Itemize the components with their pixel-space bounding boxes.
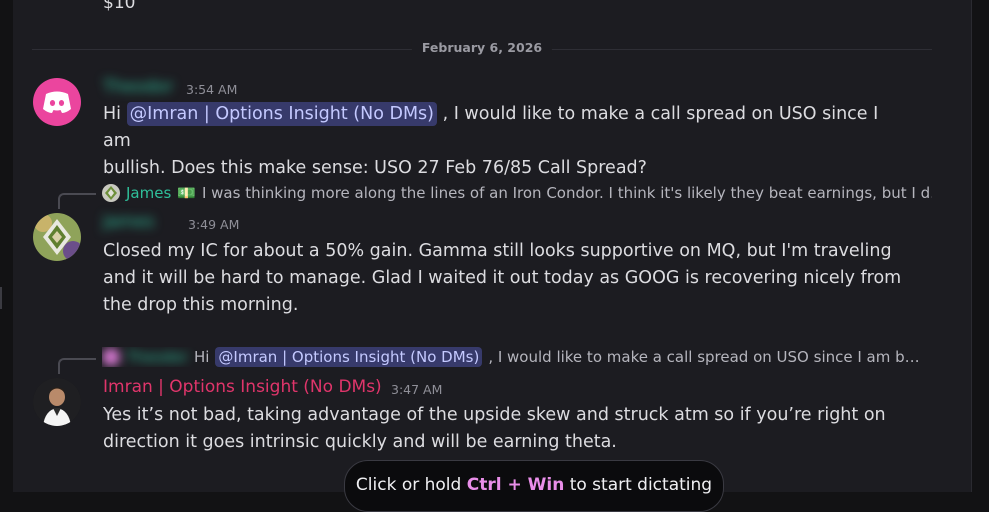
reply-preview[interactable]: Theodor Hi @Imran | Options Insight (No … [102, 347, 932, 367]
user-mention[interactable]: @Imran | Options Insight (No DMs) [126, 102, 437, 126]
user-avatar[interactable] [33, 378, 81, 426]
message-text: Closed my IC for about a 50% gain. Gamma… [103, 241, 902, 315]
reply-text: , I would like to make a call spread on … [488, 348, 920, 366]
message-timestamp: 3:47 AM [391, 382, 443, 397]
date-divider-label: February 6, 2026 [411, 40, 553, 55]
message-text: Yes it’s not bad, taking advantage of th… [103, 405, 886, 452]
dictation-prefix: Click or hold [355, 475, 462, 495]
reply-avatar [102, 348, 120, 366]
reply-connector [58, 358, 96, 374]
author-name[interactable]: James [103, 212, 154, 232]
reply-greeting: Hi [193, 348, 210, 366]
reply-text: I was thinking more along the lines of a… [201, 184, 932, 202]
reply-avatar [102, 184, 120, 202]
money-emoji-icon: 💵 [177, 184, 196, 202]
previous-message-text: $10 [103, 0, 136, 13]
message-greeting: Hi [103, 104, 122, 124]
reply-preview[interactable]: James 💵 I was thinking more along the li… [102, 184, 932, 202]
reply-author[interactable]: James [126, 184, 171, 202]
message-timestamp: 3:54 AM [186, 82, 238, 97]
dictation-suffix: to start dictating [569, 475, 713, 495]
dictation-shortcut: Ctrl + Win [466, 475, 565, 495]
message-text: Hi @Imran | Options Insight (No DMs) , I… [103, 102, 879, 178]
date-divider: February 6, 2026 [32, 40, 932, 55]
author-name[interactable]: Imran | Options Insight (No DMs) [103, 377, 382, 397]
scroll-edge-marker [0, 287, 2, 309]
dictation-hint[interactable]: Click or hold Ctrl + Win to start dictat… [344, 460, 724, 512]
user-avatar[interactable] [33, 213, 81, 261]
reply-author[interactable]: Theodor [126, 348, 188, 366]
message-timestamp: 3:49 AM [188, 217, 240, 232]
reply-connector [58, 193, 96, 209]
user-mention[interactable]: @Imran | Options Insight (No DMs) [215, 347, 483, 367]
author-name[interactable]: Theodor [103, 77, 173, 97]
discord-logo-icon[interactable] [33, 78, 81, 126]
